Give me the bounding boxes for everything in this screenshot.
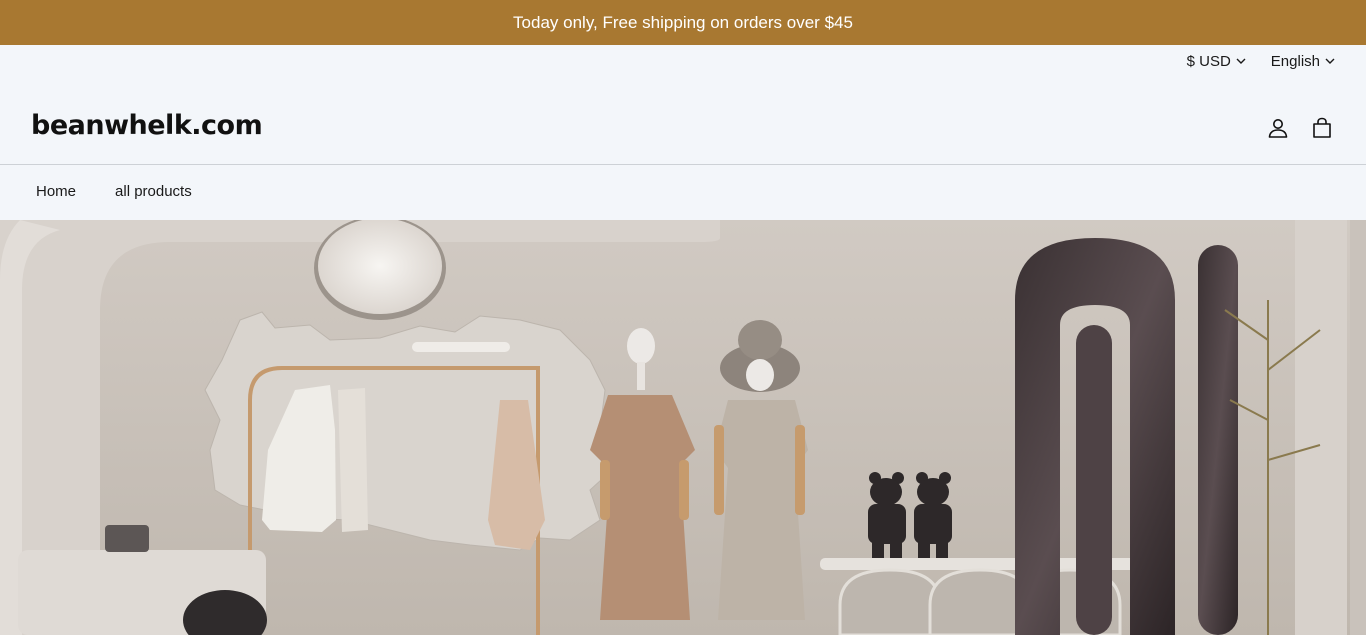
user-icon[interactable] <box>1267 117 1289 139</box>
header-icons <box>1267 117 1333 139</box>
cart-icon[interactable] <box>1311 117 1333 139</box>
nav-item-all-products[interactable]: all products <box>115 183 192 200</box>
main-nav: Home all products <box>36 183 192 200</box>
chevron-down-icon <box>1236 58 1246 64</box>
chevron-down-icon <box>1325 58 1335 64</box>
language-label: English <box>1270 52 1320 70</box>
utility-bar: $ USD English <box>1187 50 1336 72</box>
store-interior-illustration <box>0 220 1366 635</box>
site-logo[interactable]: beanwhelk.com <box>31 110 263 141</box>
currency-selector[interactable]: $ USD <box>1187 53 1247 70</box>
nav-item-home[interactable]: Home <box>36 183 76 200</box>
announcement-bar: Today only, Free shipping on orders over… <box>0 0 1366 45</box>
announcement-text: Today only, Free shipping on orders over… <box>513 12 853 32</box>
hero-image <box>0 220 1366 635</box>
currency-label: $ USD <box>1186 52 1231 70</box>
language-selector[interactable]: English <box>1271 53 1336 70</box>
header-divider <box>0 164 1366 165</box>
